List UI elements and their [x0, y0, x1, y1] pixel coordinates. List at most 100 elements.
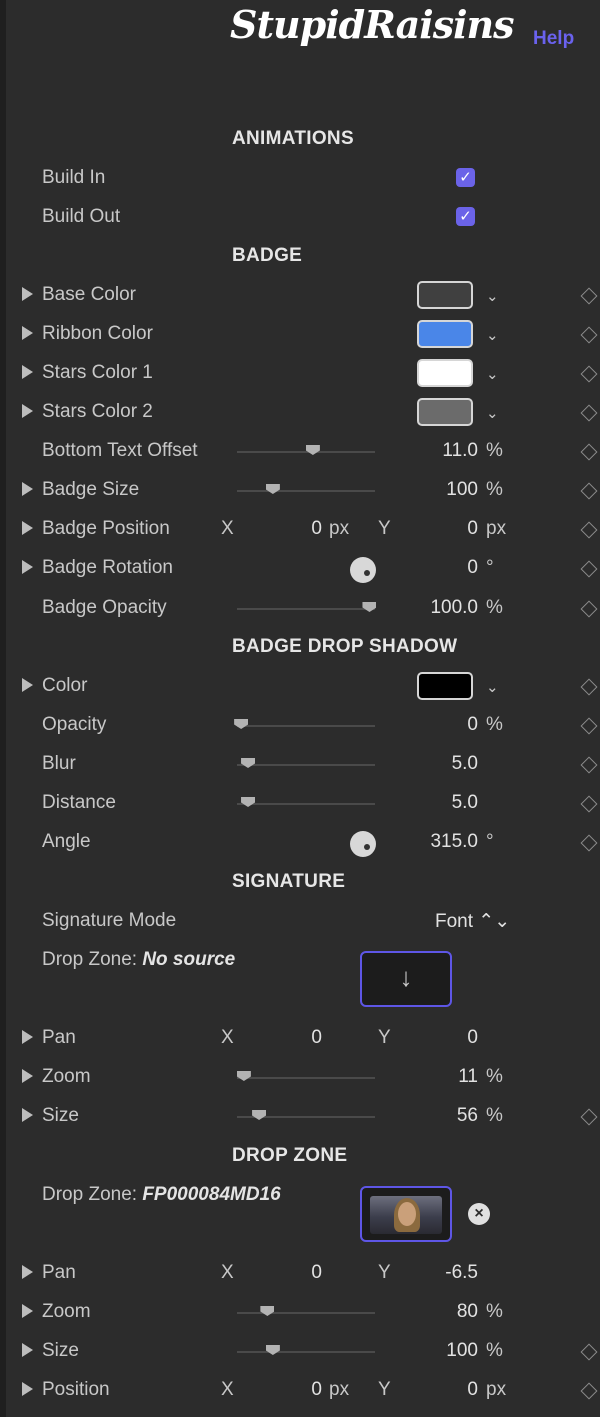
shadow-color-swatch[interactable] — [417, 672, 473, 700]
keyframe-icon[interactable] — [580, 326, 598, 344]
remove-media-icon[interactable]: × — [468, 1203, 490, 1225]
keyframe-icon[interactable] — [580, 482, 598, 500]
keyframe-icon[interactable] — [580, 1108, 598, 1126]
shadow-opacity-value[interactable]: 0 — [467, 714, 478, 736]
shadow-distance-slider[interactable] — [237, 797, 375, 807]
signature-zoom-slider[interactable] — [236, 1071, 375, 1081]
slider-knob[interactable] — [305, 445, 320, 455]
signature-size-slider[interactable] — [237, 1110, 375, 1120]
chevron-down-icon[interactable]: ⌄ — [486, 365, 499, 383]
signature-pan-x-value[interactable]: 0 — [311, 1027, 322, 1049]
keyframe-icon[interactable] — [580, 717, 598, 735]
signature-mode-popup[interactable]: Font ⌃⌄ — [435, 910, 510, 933]
signature-pan-disclosure-icon[interactable] — [22, 1030, 33, 1044]
section-drop-zone: DROP ZONE — [232, 1145, 348, 1166]
stars-color-2-swatch[interactable] — [417, 398, 473, 426]
shadow-opacity-slider[interactable] — [234, 719, 375, 729]
signature-size-value[interactable]: 56 — [457, 1105, 478, 1127]
badge-size-disclosure-icon[interactable] — [22, 482, 33, 496]
dropzone-pan-disclosure-icon[interactable] — [22, 1265, 33, 1279]
shadow-blur-slider[interactable] — [237, 758, 375, 768]
keyframe-icon[interactable] — [580, 521, 598, 539]
dropzone-position-y-value[interactable]: 0 — [467, 1379, 478, 1401]
dropzone-zoom-disclosure-icon[interactable] — [22, 1304, 33, 1318]
slider-knob[interactable] — [241, 758, 256, 768]
dropzone-size-disclosure-icon[interactable] — [22, 1343, 33, 1357]
keyframe-icon[interactable] — [580, 365, 598, 383]
shadow-angle-value[interactable]: 315.0 — [430, 831, 478, 853]
base-color-swatch[interactable] — [417, 281, 473, 309]
signature-size-disclosure-icon[interactable] — [22, 1108, 33, 1122]
unit-label: px — [329, 518, 350, 539]
keyframe-icon[interactable] — [580, 1343, 598, 1361]
slider-knob[interactable] — [252, 1110, 267, 1120]
slider-knob[interactable] — [265, 1345, 280, 1355]
signature-pan-y-value[interactable]: 0 — [467, 1027, 478, 1049]
dropzone-zoom-value[interactable]: 80 — [457, 1301, 478, 1323]
chevron-down-icon[interactable]: ⌄ — [486, 404, 499, 422]
dropzone-position-x-value[interactable]: 0 — [311, 1379, 322, 1401]
keyframe-icon[interactable] — [580, 678, 598, 696]
badge-opacity-slider[interactable] — [237, 602, 377, 612]
slider-knob[interactable] — [236, 1071, 251, 1081]
signature-pan-label: Pan — [42, 1027, 76, 1048]
shadow-distance-value[interactable]: 5.0 — [452, 792, 478, 814]
chevron-down-icon[interactable]: ⌄ — [486, 287, 499, 305]
badge-size-value[interactable]: 100 — [446, 479, 478, 501]
base-color-label: Base Color — [42, 284, 136, 305]
stars-color-1-label: Stars Color 1 — [42, 362, 153, 383]
keyframe-icon[interactable] — [580, 560, 598, 578]
badge-rotation-value[interactable]: 0 — [467, 557, 478, 579]
bottom-text-offset-slider[interactable] — [237, 445, 375, 455]
slider-knob[interactable] — [234, 719, 249, 729]
keyframe-icon[interactable] — [580, 287, 598, 305]
shadow-color-disclosure-icon[interactable] — [22, 678, 33, 692]
chevron-down-icon[interactable]: ⌄ — [486, 326, 499, 344]
dropzone-pan-x-value[interactable]: 0 — [311, 1262, 322, 1284]
build-in-checkbox[interactable]: ✓ — [456, 168, 475, 187]
slider-knob[interactable] — [265, 484, 280, 494]
badge-opacity-value[interactable]: 100.0 — [430, 597, 478, 619]
help-link[interactable]: Help — [533, 28, 574, 50]
shadow-angle-dial[interactable] — [350, 831, 376, 857]
y-axis-label: Y — [378, 1027, 391, 1048]
ribbon-color-disclosure-icon[interactable] — [22, 326, 33, 340]
badge-rotation-disclosure-icon[interactable] — [22, 560, 33, 574]
chevron-down-icon[interactable]: ⌄ — [486, 678, 499, 696]
slider-knob[interactable] — [260, 1306, 275, 1316]
bottom-text-offset-value[interactable]: 11.0 — [442, 440, 478, 462]
keyframe-icon[interactable] — [580, 795, 598, 813]
dropzone-pan-y-value[interactable]: -6.5 — [445, 1262, 478, 1284]
badge-position-disclosure-icon[interactable] — [22, 521, 33, 535]
signature-zoom-label: Zoom — [42, 1066, 91, 1087]
keyframe-icon[interactable] — [580, 834, 598, 852]
signature-zoom-disclosure-icon[interactable] — [22, 1069, 33, 1083]
keyframe-icon[interactable] — [580, 404, 598, 422]
badge-position-x-value[interactable]: 0 — [311, 518, 322, 540]
dropzone-size-value[interactable]: 100 — [446, 1340, 478, 1362]
section-signature: SIGNATURE — [232, 871, 346, 892]
signature-zoom-value[interactable]: 11 — [458, 1066, 478, 1088]
badge-rotation-dial[interactable] — [350, 557, 376, 583]
keyframe-icon[interactable] — [580, 756, 598, 774]
dropzone-zoom-slider[interactable] — [237, 1306, 375, 1316]
slider-knob[interactable] — [362, 602, 377, 612]
badge-size-slider[interactable] — [237, 484, 375, 494]
stars-color-2-disclosure-icon[interactable] — [22, 404, 33, 418]
dropzone-position-disclosure-icon[interactable] — [22, 1382, 33, 1396]
signature-drop-zone[interactable]: ↓ — [360, 951, 452, 1007]
keyframe-icon[interactable] — [580, 600, 598, 618]
unit-label: % — [486, 479, 503, 500]
media-drop-zone[interactable] — [360, 1186, 452, 1242]
stars-color-1-disclosure-icon[interactable] — [22, 365, 33, 379]
badge-position-y-value[interactable]: 0 — [467, 518, 478, 540]
ribbon-color-swatch[interactable] — [417, 320, 473, 348]
keyframe-icon[interactable] — [580, 443, 598, 461]
shadow-blur-value[interactable]: 5.0 — [452, 753, 478, 775]
stars-color-1-swatch[interactable] — [417, 359, 473, 387]
build-out-checkbox[interactable]: ✓ — [456, 207, 475, 226]
dropzone-size-slider[interactable] — [237, 1345, 375, 1355]
keyframe-icon[interactable] — [580, 1382, 598, 1400]
slider-knob[interactable] — [241, 797, 256, 807]
base-color-disclosure-icon[interactable] — [22, 287, 33, 301]
